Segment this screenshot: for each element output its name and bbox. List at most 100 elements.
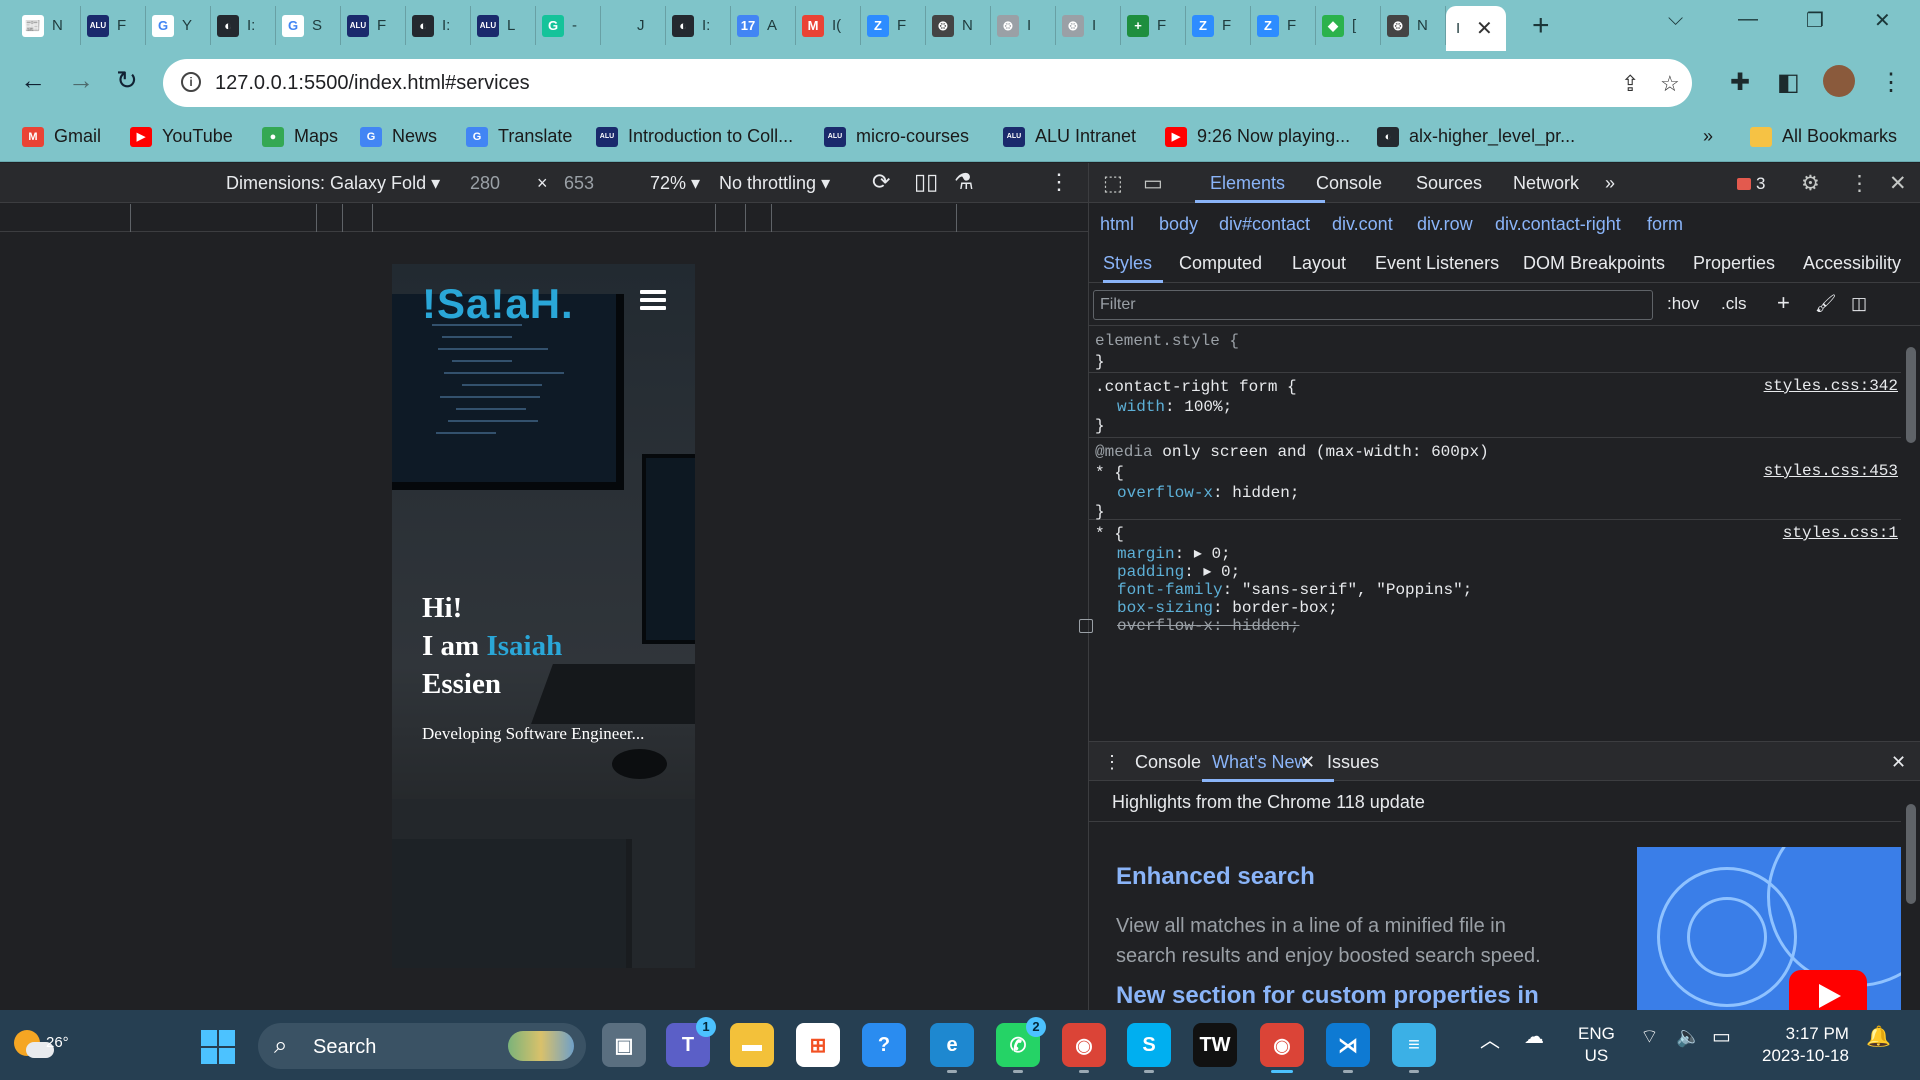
device-toggle-icon[interactable]: ▭ bbox=[1143, 171, 1163, 196]
rotate-icon[interactable]: ⟳ bbox=[872, 169, 890, 195]
close-tab-icon[interactable]: ✕ bbox=[1476, 16, 1493, 41]
styles-filter-input[interactable]: Filter bbox=[1093, 290, 1653, 320]
start-button[interactable] bbox=[201, 1030, 235, 1064]
device-more-icon[interactable]: ⋮ bbox=[1048, 169, 1070, 195]
style-rule-contact-form[interactable]: .contact-right form { styles.css:342 wid… bbox=[1089, 373, 1901, 438]
edge-icon[interactable]: e bbox=[930, 1023, 974, 1067]
breadcrumb-item[interactable]: div.cont bbox=[1332, 214, 1393, 235]
volume-icon[interactable]: 🔈 bbox=[1676, 1024, 1701, 1049]
breadcrumb-item[interactable]: html bbox=[1100, 214, 1134, 235]
media-query-ruler[interactable] bbox=[0, 204, 1088, 232]
browser-tab[interactable]: 17 A bbox=[731, 6, 796, 45]
bookmark-item[interactable]: ALU Introduction to Coll... bbox=[596, 126, 793, 147]
zoom-select[interactable]: 72% ▾ bbox=[650, 173, 700, 194]
bookmark-item[interactable]: ● Maps bbox=[262, 126, 338, 147]
class-toggle-button[interactable]: .cls bbox=[1721, 294, 1747, 314]
drawer-tab-issues[interactable]: Issues bbox=[1327, 752, 1379, 773]
css-declaration[interactable]: padding: ▸ 0; bbox=[1095, 563, 1895, 581]
inspect-element-icon[interactable]: ⬚ bbox=[1103, 171, 1123, 196]
browser-tab[interactable]: ⊛ I bbox=[1056, 6, 1121, 45]
site-info-icon[interactable]: i bbox=[181, 72, 201, 92]
whats-new-heading[interactable]: Enhanced search bbox=[1116, 863, 1315, 891]
task-view-icon[interactable]: ▣ bbox=[602, 1023, 646, 1067]
side-panel-icon[interactable]: ◧ bbox=[1777, 68, 1800, 97]
restore-button[interactable]: ❐ bbox=[1806, 8, 1824, 33]
close-devtools-icon[interactable]: ✕ bbox=[1889, 171, 1907, 196]
subtab-accessibility[interactable]: Accessibility bbox=[1803, 253, 1901, 274]
tab-search-chevron-icon[interactable]: ⌵ bbox=[1668, 8, 1683, 31]
browser-tab[interactable]: ALU F bbox=[341, 6, 406, 45]
reload-button[interactable]: ↻ bbox=[116, 65, 138, 96]
skype-icon[interactable]: S bbox=[1127, 1023, 1171, 1067]
bookmark-item[interactable]: G News bbox=[360, 126, 437, 147]
drawer-menu-icon[interactable]: ⋮ bbox=[1103, 752, 1121, 773]
show-hidden-icons-chevron-icon[interactable]: ︿ bbox=[1480, 1024, 1500, 1053]
close-window-button[interactable]: ✕ bbox=[1874, 8, 1891, 33]
bookmark-item[interactable]: ALU micro-courses bbox=[824, 126, 969, 147]
dual-screen-icon[interactable]: ▯▯ bbox=[914, 169, 938, 195]
whatsapp-icon[interactable]: ✆ 2 bbox=[996, 1017, 1046, 1067]
mobile-page-preview[interactable]: !Sa!aH. Hi! I am Isaiah Essien Developin… bbox=[392, 264, 695, 968]
toggle-sidebar-icon[interactable]: ◫ bbox=[1851, 294, 1867, 314]
styles-scrollbar[interactable] bbox=[1901, 327, 1920, 741]
bookmark-item[interactable]: ▶ YouTube bbox=[130, 126, 233, 147]
browser-tab[interactable]: M I( bbox=[796, 6, 861, 45]
browser-tab[interactable]: GY bbox=[146, 6, 211, 45]
chrome-profile-icon[interactable]: ◉ bbox=[1260, 1023, 1304, 1067]
battery-icon[interactable]: ▭ bbox=[1712, 1024, 1731, 1049]
source-link[interactable]: styles.css:453 bbox=[1764, 462, 1898, 480]
devtools-menu-icon[interactable]: ⋮ bbox=[1849, 171, 1870, 196]
property-checkbox[interactable] bbox=[1079, 619, 1093, 633]
subtab-layout[interactable]: Layout bbox=[1292, 253, 1346, 274]
style-rule-universal[interactable]: * { styles.css:1 margin: ▸ 0; padding: ▸ … bbox=[1079, 520, 1901, 641]
browser-tab[interactable]: J bbox=[601, 6, 666, 45]
sensors-flask-icon[interactable]: ⚗ bbox=[954, 169, 974, 195]
tab-sources[interactable]: Sources bbox=[1416, 173, 1482, 194]
bookmark-item[interactable]: G Translate bbox=[466, 126, 572, 147]
forward-button[interactable]: → bbox=[68, 65, 94, 96]
browser-tab[interactable]: ZF bbox=[861, 6, 926, 45]
weather-widget[interactable]: 26° bbox=[14, 1024, 69, 1064]
onedrive-cloud-icon[interactable]: ☁ bbox=[1524, 1024, 1544, 1049]
drawer-tab-whats-new[interactable]: What's New bbox=[1212, 752, 1307, 773]
breadcrumb-item[interactable]: div#contact bbox=[1219, 214, 1310, 235]
vscode-icon[interactable]: ⋊ bbox=[1326, 1023, 1370, 1067]
breadcrumb-item[interactable]: form bbox=[1647, 214, 1683, 235]
file-explorer-icon[interactable]: ▬ bbox=[730, 1023, 774, 1067]
tab-network[interactable]: Network bbox=[1513, 173, 1579, 194]
browser-tab[interactable]: ZF bbox=[1251, 6, 1316, 45]
all-bookmarks-button[interactable]: All Bookmarks bbox=[1750, 126, 1897, 147]
bookmark-item[interactable]: ◐ alx-higher_level_pr... bbox=[1377, 126, 1575, 147]
more-tabs-icon[interactable]: » bbox=[1605, 173, 1615, 194]
browser-tab[interactable]: ◐ I: bbox=[666, 6, 731, 45]
bookmark-item[interactable]: ALU ALU Intranet bbox=[1003, 126, 1136, 147]
browser-tab[interactable]: GS bbox=[276, 6, 341, 45]
css-declaration[interactable]: font-family: "sans-serif", "Poppins"; bbox=[1095, 581, 1895, 599]
device-dimensions-select[interactable]: Dimensions: Galaxy Fold ▾ bbox=[226, 173, 440, 194]
breadcrumb-item[interactable]: div.contact-right bbox=[1495, 214, 1621, 235]
bookmarks-overflow-button[interactable]: » bbox=[1703, 126, 1713, 147]
browser-tab[interactable]: ⊛ N bbox=[1381, 6, 1446, 45]
close-drawer-icon[interactable]: ✕ bbox=[1891, 752, 1906, 773]
help-icon[interactable]: ? bbox=[862, 1023, 906, 1067]
address-bar[interactable]: i 127.0.0.1:5500/index.html#services ⇪ ☆ bbox=[163, 59, 1692, 107]
url-text[interactable]: 127.0.0.1:5500/index.html#services bbox=[215, 72, 530, 95]
input-language[interactable]: ENG US bbox=[1578, 1023, 1615, 1067]
browser-tab[interactable]: ⊛ N bbox=[926, 6, 991, 45]
browser-tab[interactable]: ◆[ bbox=[1316, 6, 1381, 45]
whats-new-scrollbar[interactable] bbox=[1901, 782, 1920, 1010]
style-rule-element[interactable]: element.style { } bbox=[1089, 327, 1901, 373]
notifications-icon[interactable]: 🔔 bbox=[1866, 1024, 1891, 1049]
browser-tab[interactable]: ◐ I: bbox=[211, 6, 276, 45]
breadcrumb-item[interactable]: body bbox=[1159, 214, 1198, 235]
active-browser-tab[interactable]: I ✕ bbox=[1446, 6, 1506, 51]
new-rule-icon[interactable]: + bbox=[1777, 290, 1790, 316]
teams-icon[interactable]: T1 bbox=[666, 1017, 716, 1067]
throttling-select[interactable]: No throttling ▾ bbox=[719, 173, 830, 194]
css-declaration[interactable]: margin: ▸ 0; bbox=[1095, 545, 1895, 563]
browser-tab[interactable]: 📰 N bbox=[16, 6, 81, 45]
browser-tab[interactable]: ALU F bbox=[81, 6, 146, 45]
terminal-icon[interactable]: TW bbox=[1193, 1023, 1237, 1067]
source-link[interactable]: styles.css:1 bbox=[1783, 524, 1898, 542]
whats-new-video-thumbnail[interactable] bbox=[1637, 847, 1901, 1010]
